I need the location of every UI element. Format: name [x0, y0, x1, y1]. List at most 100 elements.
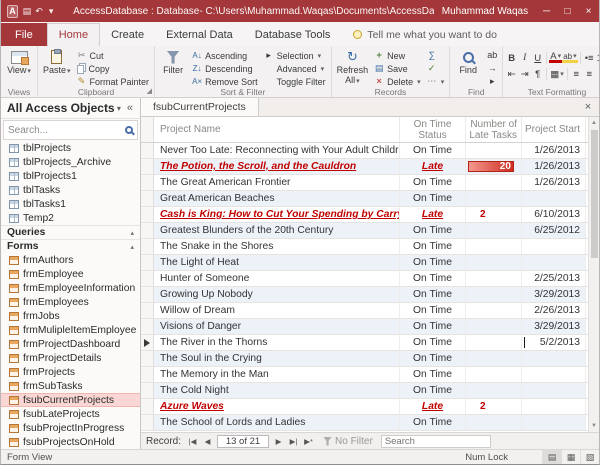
- form-view-button[interactable]: ▤: [542, 450, 561, 464]
- cell-project-name[interactable]: Hunter of Someone: [154, 271, 400, 286]
- cell-project-name[interactable]: The Snake in the Shores: [154, 239, 400, 254]
- document-tab-fsubcurrentprojects[interactable]: fsubCurrentProjects: [141, 98, 259, 116]
- cell-project-start[interactable]: 1/26/2013: [522, 159, 586, 174]
- increase-indent-button[interactable]: ⇥: [518, 67, 531, 81]
- replace-button[interactable]: ab: [484, 49, 500, 62]
- nav-item-frmEmployeeInformation[interactable]: frmEmployeeInformation: [1, 281, 140, 295]
- cell-on-time-status[interactable]: On Time: [400, 175, 466, 190]
- record-selector[interactable]: [141, 223, 154, 238]
- cell-number-of-late-tasks[interactable]: [466, 303, 522, 318]
- find-button[interactable]: Find: [452, 48, 484, 77]
- record-selector[interactable]: [141, 287, 154, 302]
- cell-number-of-late-tasks[interactable]: [466, 271, 522, 286]
- cell-project-name[interactable]: The Great American Frontier: [154, 175, 400, 190]
- view-button[interactable]: View: [3, 48, 35, 77]
- cell-number-of-late-tasks[interactable]: [466, 223, 522, 238]
- close-button[interactable]: ×: [578, 0, 599, 22]
- record-selector[interactable]: [141, 271, 154, 286]
- cell-project-start[interactable]: 1/26/2013: [522, 175, 586, 190]
- nav-section-queries[interactable]: Queries▴: [1, 225, 140, 239]
- cell-project-start[interactable]: 6/25/2012: [522, 223, 586, 238]
- cell-number-of-late-tasks[interactable]: [466, 415, 522, 430]
- cell-project-name[interactable]: Greatest Blunders of the 20th Century: [154, 223, 400, 238]
- nav-item-Temp2[interactable]: Temp2: [1, 211, 140, 225]
- record-selector[interactable]: [141, 383, 154, 398]
- cell-number-of-late-tasks[interactable]: [466, 319, 522, 334]
- ribbon-tab-external-data[interactable]: External Data: [155, 23, 244, 46]
- nav-item-frmJobs[interactable]: frmJobs: [1, 309, 140, 323]
- cell-on-time-status[interactable]: On Time: [400, 255, 466, 270]
- cell-project-start[interactable]: [522, 351, 586, 366]
- descending-button[interactable]: Z↓ Descending: [189, 62, 261, 75]
- record-selector[interactable]: [141, 367, 154, 382]
- filter-indicator[interactable]: No Filter: [323, 436, 373, 447]
- cell-project-start[interactable]: 2/26/2013: [522, 303, 586, 318]
- record-selector[interactable]: [141, 415, 154, 430]
- bold-button[interactable]: B: [505, 51, 518, 65]
- underline-button[interactable]: U: [531, 51, 544, 65]
- record-selector[interactable]: [141, 255, 154, 270]
- align-center-button[interactable]: ≡: [583, 67, 596, 81]
- cell-project-start[interactable]: 3/29/2013: [522, 287, 586, 302]
- cell-on-time-status[interactable]: On Time: [400, 143, 466, 158]
- cell-project-name[interactable]: Growing Up Nobody: [154, 287, 400, 302]
- cell-project-start[interactable]: [522, 239, 586, 254]
- align-left-button[interactable]: ≡: [570, 67, 583, 81]
- nav-item-frmEmployee[interactable]: frmEmployee: [1, 267, 140, 281]
- paste-button[interactable]: Paste: [40, 48, 74, 77]
- nav-item-fsubCurrentProjects[interactable]: fsubCurrentProjects: [1, 393, 140, 407]
- cell-project-start[interactable]: 5/2/2013: [522, 335, 586, 350]
- cell-project-name[interactable]: Visions of Danger: [154, 319, 400, 334]
- cell-number-of-late-tasks[interactable]: [466, 367, 522, 382]
- goto-button[interactable]: →: [484, 62, 500, 75]
- nav-item-frmProjects[interactable]: frmProjects: [1, 365, 140, 379]
- cell-project-start[interactable]: 3/29/2013: [522, 319, 586, 334]
- cell-on-time-status[interactable]: On Time: [400, 335, 466, 350]
- nav-pane-menu-icon[interactable]: ▾: [114, 104, 124, 113]
- cell-project-name[interactable]: The Soul in the Crying: [154, 351, 400, 366]
- cell-project-name[interactable]: Azure Waves: [154, 399, 400, 414]
- nav-item-fsubProjectInProgress[interactable]: fsubProjectInProgress: [1, 421, 140, 435]
- selection-button[interactable]: ▸ Selection: [261, 49, 329, 62]
- record-search-input[interactable]: [381, 435, 491, 448]
- cell-number-of-late-tasks[interactable]: [466, 143, 522, 158]
- record-selector[interactable]: [141, 207, 154, 222]
- select-all-cell[interactable]: [141, 117, 154, 142]
- gridlines-button[interactable]: ▦: [549, 67, 565, 81]
- nav-item-tblProjects_Archive[interactable]: tblProjects_Archive: [1, 155, 140, 169]
- record-selector[interactable]: [141, 399, 154, 414]
- highlight-color-button[interactable]: ab: [562, 52, 577, 63]
- signed-in-user[interactable]: Muhammad Waqas: [442, 6, 528, 17]
- previous-record-button[interactable]: ◀: [200, 434, 215, 449]
- tell-me-box[interactable]: Tell me what you want to do: [353, 23, 497, 46]
- first-record-button[interactable]: |◀: [185, 434, 200, 449]
- cell-on-time-status[interactable]: On Time: [400, 239, 466, 254]
- cell-number-of-late-tasks[interactable]: 2: [466, 399, 522, 414]
- cell-on-time-status[interactable]: On Time: [400, 351, 466, 366]
- nav-item-frmProjectDashboard[interactable]: frmProjectDashboard: [1, 337, 140, 351]
- cell-on-time-status[interactable]: On Time: [400, 271, 466, 286]
- record-selector[interactable]: [141, 239, 154, 254]
- cell-project-name[interactable]: The River in the Thorns: [154, 335, 400, 350]
- ribbon-tab-database-tools[interactable]: Database Tools: [244, 23, 342, 46]
- bullets-button[interactable]: •≡: [583, 51, 596, 65]
- ribbon-tab-create[interactable]: Create: [100, 23, 155, 46]
- column-header-number-of-late-tasks[interactable]: Number of Late Tasks: [466, 117, 522, 142]
- scrollbar-thumb[interactable]: [591, 130, 598, 258]
- font-color-button[interactable]: A: [549, 52, 562, 63]
- cell-project-name[interactable]: Cash is King: How to Cut Your Spending b…: [154, 207, 400, 222]
- cell-number-of-late-tasks[interactable]: [466, 175, 522, 190]
- cell-project-name[interactable]: The School of Lords and Ladies: [154, 415, 400, 430]
- nav-item-fsubLateProjects[interactable]: fsubLateProjects: [1, 407, 140, 421]
- quick-access-undo-icon[interactable]: ↶: [33, 6, 45, 17]
- document-close-icon[interactable]: ×: [577, 98, 599, 116]
- record-position[interactable]: 13 of 21: [217, 435, 269, 448]
- scroll-up-icon[interactable]: ▲: [589, 117, 599, 129]
- new-blank-record-button[interactable]: ▶*: [301, 434, 316, 449]
- cell-project-start[interactable]: [522, 399, 586, 414]
- nav-item-tblProjects1[interactable]: tblProjects1: [1, 169, 140, 183]
- ribbon-tab-file[interactable]: File: [1, 23, 47, 46]
- cut-button[interactable]: ✂ Cut: [74, 49, 153, 62]
- cell-number-of-late-tasks[interactable]: [466, 351, 522, 366]
- nav-item-frmProjectDetails[interactable]: frmProjectDetails: [1, 351, 140, 365]
